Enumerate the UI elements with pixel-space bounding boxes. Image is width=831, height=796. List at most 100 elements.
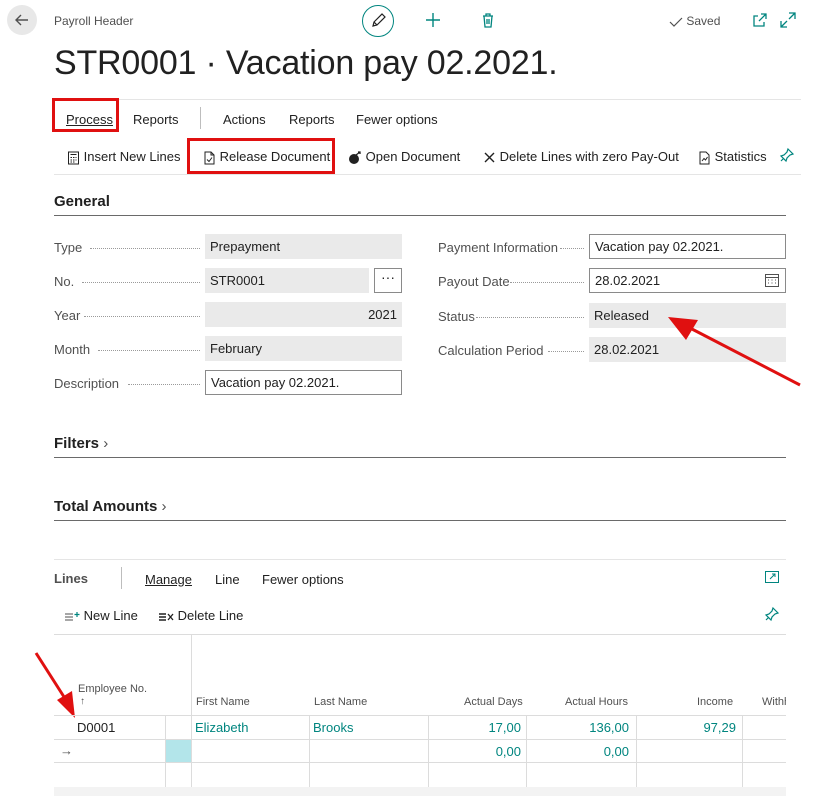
new-button[interactable] (423, 10, 443, 30)
month-label: Month (54, 342, 91, 357)
open-document-button[interactable]: Open Document (348, 149, 460, 165)
open-in-new-window-icon (765, 571, 779, 583)
column-header-actual-days[interactable]: Actual Days (464, 696, 523, 708)
process-highlight (52, 98, 119, 132)
edit-button[interactable] (362, 5, 394, 37)
chevron-right-icon: › (103, 435, 109, 452)
back-button[interactable] (7, 5, 37, 35)
row-divider (54, 762, 786, 763)
payment-information-leader (560, 248, 584, 249)
open-new-window-icon (753, 13, 767, 27)
delete-line-button[interactable]: Delete Line (158, 608, 243, 623)
new-line-label: New Line (83, 608, 138, 623)
open-lock-icon (349, 150, 361, 164)
tab-reports[interactable]: Reports (133, 112, 179, 127)
lines-tab-line[interactable]: Line (215, 572, 240, 587)
grid-separator (636, 715, 637, 787)
tab-actions[interactable]: Actions (223, 112, 266, 127)
action-bar-top-border (54, 99, 801, 100)
open-document-label: Open Document (365, 149, 461, 164)
tab-separator (200, 107, 201, 129)
plus-icon (426, 13, 440, 27)
delete-lines-zero-payout-button[interactable]: Delete Lines with zero Pay-Out (483, 149, 679, 164)
delete-line-icon (159, 612, 174, 621)
cell-last-name[interactable]: Brooks (313, 720, 353, 735)
grid-separator (526, 715, 527, 787)
month-leader (98, 350, 200, 351)
no-label: No. (54, 274, 75, 289)
new-line-button[interactable]: New Line (64, 608, 138, 623)
column-header-actual-hours[interactable]: Actual Hours (565, 696, 628, 708)
insert-new-lines-button[interactable]: Insert New Lines (67, 149, 180, 165)
description-leader (128, 384, 200, 385)
tab-fewer-options[interactable]: Fewer options (356, 112, 438, 127)
grid-separator (742, 715, 743, 787)
year-leader (84, 316, 200, 317)
check-icon (669, 17, 683, 27)
cell-income[interactable]: 97,29 (640, 720, 736, 735)
delete-line-label: Delete Line (177, 608, 244, 623)
lines-tab-fewer-options[interactable]: Fewer options (262, 572, 344, 587)
action-bar-bottom-border (54, 174, 801, 175)
statistics-button[interactable]: Statistics (698, 149, 767, 165)
status-annotation-arrow (668, 317, 801, 387)
column-header-last-name[interactable]: Last Name (314, 696, 367, 708)
year-field[interactable]: 2021 (205, 302, 402, 327)
general-section-title: General (54, 193, 110, 210)
lines-tab-manage[interactable]: Manage (145, 572, 192, 587)
column-header-first-name[interactable]: First Name (196, 696, 250, 708)
page-title: STR0001 · Vacation pay 02.2021. (54, 44, 558, 82)
grid-separator (191, 634, 192, 787)
employee-annotation-arrow (34, 652, 75, 718)
column-header-employee-no[interactable]: Employee No. (78, 683, 147, 695)
open-new-window-button[interactable] (751, 11, 769, 29)
delete-button[interactable] (478, 10, 498, 30)
filters-label: Filters (54, 435, 100, 452)
cell-actual-days[interactable]: 0,00 (432, 744, 521, 759)
saved-label: Saved (686, 14, 721, 28)
lines-grid-top-border (54, 634, 786, 635)
payment-information-field[interactable]: Vacation pay 02.2021. (589, 234, 786, 259)
filters-section-title[interactable]: Filters › (54, 435, 108, 452)
no-assist-button[interactable]: ··· (374, 268, 402, 293)
cell-actual-hours[interactable]: 0,00 (530, 744, 629, 759)
ellipsis-icon: ··· (381, 269, 395, 285)
type-leader (90, 248, 200, 249)
grid-footer (54, 787, 786, 796)
cell-actual-days[interactable]: 17,00 (432, 720, 521, 735)
no-field[interactable]: STR0001 (205, 268, 369, 293)
status-leader (476, 317, 584, 318)
selected-cell[interactable] (166, 740, 191, 762)
sort-ascending-icon: ↑ (80, 696, 85, 707)
total-amounts-section-title[interactable]: Total Amounts › (54, 498, 167, 515)
payout-date-field[interactable]: 28.02.2021 (589, 268, 786, 293)
expand-button[interactable] (779, 11, 797, 29)
expand-icon (780, 12, 796, 28)
column-header-income[interactable]: Income (697, 696, 733, 708)
trash-icon (483, 13, 493, 28)
cell-actual-hours[interactable]: 136,00 (530, 720, 629, 735)
pin-lines-bar-button[interactable] (764, 606, 780, 622)
description-field[interactable]: Vacation pay 02.2021. (205, 370, 402, 395)
status-label: Status (438, 309, 475, 324)
cell-employee-no[interactable]: D0001 (77, 720, 115, 735)
type-label: Type (54, 240, 83, 255)
no-leader (82, 282, 200, 283)
row-divider (54, 715, 786, 716)
pin-action-bar-button[interactable] (779, 147, 795, 163)
lines-open-button[interactable] (764, 569, 780, 585)
tab-reports-2[interactable]: Reports (289, 112, 335, 127)
payout-date-label: Payout Date (438, 274, 510, 289)
month-field[interactable]: February (205, 336, 402, 361)
calendar-icon (765, 274, 779, 287)
column-header-withholding[interactable]: Withh (762, 696, 786, 708)
cell-first-name[interactable]: Elizabeth (195, 720, 248, 735)
lines-top-border (54, 559, 786, 560)
type-field[interactable]: Prepayment (205, 234, 402, 259)
description-label: Description (54, 376, 120, 391)
calculator-icon (68, 151, 79, 165)
pencil-icon (372, 13, 386, 27)
lines-title: Lines (54, 571, 88, 586)
calendar-button[interactable] (764, 272, 780, 288)
row-divider (54, 739, 786, 740)
